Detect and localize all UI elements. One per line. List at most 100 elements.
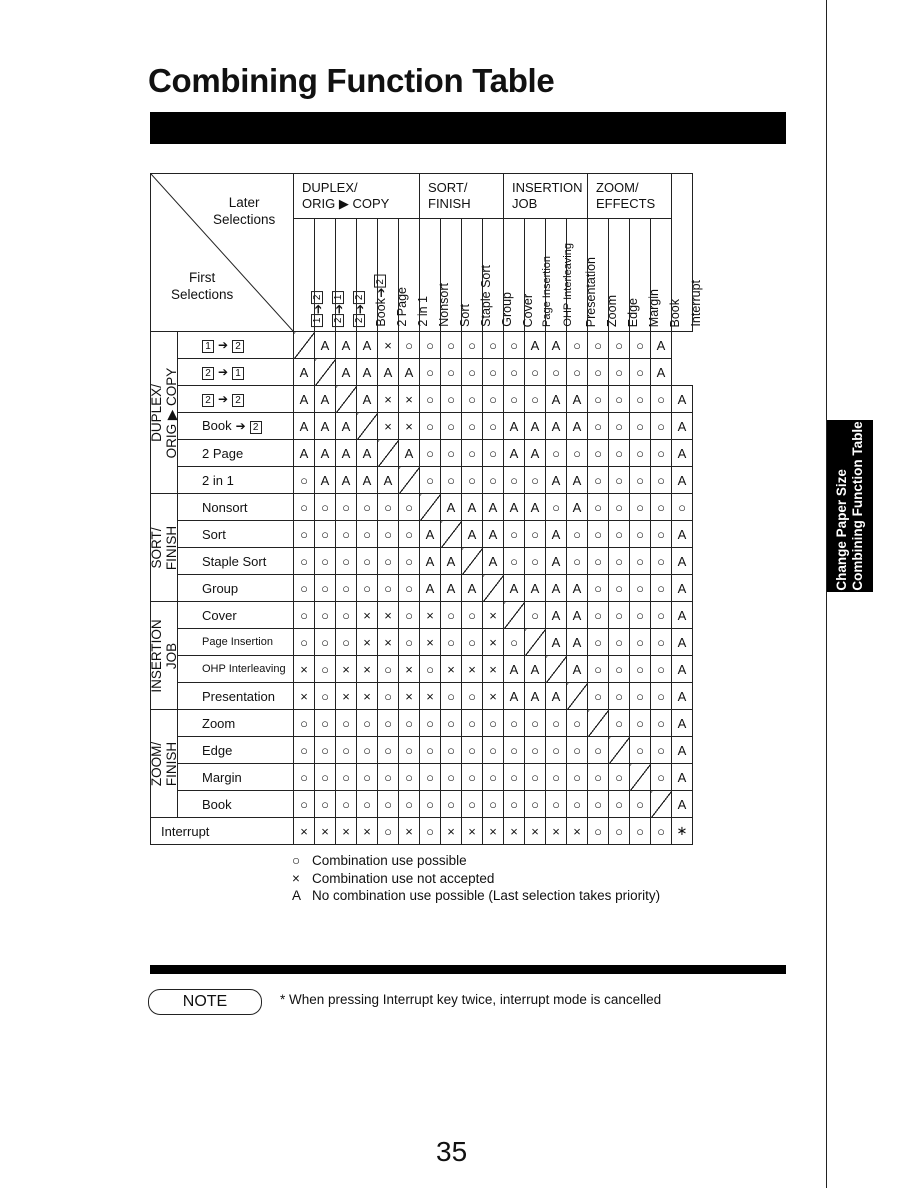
table-cell: A	[650, 331, 672, 359]
column-header: Book	[650, 218, 682, 332]
table-cell: ×	[419, 601, 441, 629]
table-cell: ○	[608, 412, 630, 440]
table-cell: ×	[482, 682, 504, 710]
table-cell: ○	[335, 520, 357, 548]
table-cell: ○	[650, 763, 672, 791]
table-cell: ○	[503, 628, 525, 656]
column-header: Presentation	[566, 218, 598, 332]
page-box-2-icon: 2	[202, 394, 214, 407]
table-cell: A	[377, 358, 399, 386]
table-cell: A	[671, 520, 693, 548]
table-cell: A	[335, 466, 357, 494]
table-cell: ○	[377, 520, 399, 548]
header-row-groups: Later Selections First Selections DUPLEX/ORI…	[150, 173, 703, 332]
table-cell: ○	[545, 736, 567, 764]
legend-symbol: A	[292, 888, 302, 903]
table-cell: ○	[587, 520, 609, 548]
table-cell: ○	[335, 493, 357, 521]
section-label-text: DUPLEX/ORIG ▶ COPY	[149, 367, 179, 458]
table-cell: ○	[503, 736, 525, 764]
column-header: 2 Page	[377, 218, 409, 332]
table-cell: A	[419, 520, 441, 548]
table-cell: ○	[377, 574, 399, 602]
column-header: 2➔2	[335, 218, 367, 332]
table-cell: ○	[587, 439, 609, 467]
table-cell: ○	[629, 385, 651, 413]
table-cell: A	[356, 439, 378, 467]
side-tab[interactable]: Change Paper Size Combining Function Tab…	[827, 420, 873, 592]
table-cell: ○	[524, 601, 546, 629]
table-cell: ○	[608, 817, 630, 845]
table-cell: ×	[482, 628, 504, 656]
table-cell: ○	[650, 493, 672, 521]
table-cell: ×	[377, 331, 399, 359]
table-cell: ×	[377, 385, 399, 413]
table-cell: ○	[293, 709, 315, 737]
column-group-header: DUPLEX/ORIG ▶ COPY	[293, 173, 420, 219]
table-cell: ○	[545, 358, 567, 386]
page-box-1-icon: 1	[232, 367, 245, 380]
legend-item: × Combination use not accepted	[292, 870, 660, 888]
table-cell: A	[545, 331, 567, 359]
table-cell: ○	[293, 736, 315, 764]
combining-function-table: Later Selections First Selections DUPLEX/ORI…	[149, 173, 703, 845]
table-cell: ×	[566, 817, 588, 845]
table-cell: ○	[629, 601, 651, 629]
table-cell: ○	[545, 709, 567, 737]
table-cell: ○	[503, 520, 525, 548]
table-cell: ○	[398, 547, 420, 575]
later-line1: Later	[228, 195, 260, 210]
table-cell: ○	[650, 655, 672, 683]
table-cell: ○	[461, 331, 483, 359]
diagonal-cell	[650, 790, 672, 818]
table-cell: ○	[314, 790, 336, 818]
table-cell: ○	[629, 520, 651, 548]
table-cell: A	[335, 331, 357, 359]
diagonal-cell	[461, 547, 483, 575]
table-cell: ×	[356, 655, 378, 683]
table-cell: ○	[608, 628, 630, 656]
table-cell: A	[503, 439, 525, 467]
table-cell: ○	[293, 790, 315, 818]
column-header: Margin	[629, 218, 661, 332]
table-cell: A	[671, 439, 693, 467]
table-cell: ○	[608, 682, 630, 710]
column-header: Page Insertion	[524, 218, 553, 332]
table-cell: ○	[335, 736, 357, 764]
table-cell: ○	[377, 817, 399, 845]
table-cell: ○	[524, 358, 546, 386]
row-label: Nonsort	[177, 493, 294, 521]
diagonal-cell	[440, 520, 462, 548]
table-cell: ○	[461, 790, 483, 818]
page-box-2-icon: 2	[232, 340, 245, 353]
table-cell: ○	[608, 655, 630, 683]
table-cell: ×	[461, 655, 483, 683]
table-cell: A	[671, 466, 693, 494]
table-cell: ○	[419, 466, 441, 494]
table-cell: ×	[545, 817, 567, 845]
table-cell: A	[545, 520, 567, 548]
table-cell: ○	[629, 628, 651, 656]
table-row: 2 Page A A A A A ○ ○ ○ ○ A A ○ ○ ○ ○ ○ ○ A	[151, 439, 693, 467]
table-cell: ×	[440, 817, 462, 845]
table-cell: ○	[503, 790, 525, 818]
table-cell: A	[545, 628, 567, 656]
legend-symbol: ×	[292, 870, 300, 886]
table-cell: ○	[629, 466, 651, 494]
table-cell: ○	[398, 574, 420, 602]
table-cell: A	[314, 331, 336, 359]
table-cell: ○	[629, 709, 651, 737]
table-cell: A	[566, 628, 588, 656]
table-cell: ×	[482, 817, 504, 845]
arrow-right-icon: ➔	[235, 419, 246, 433]
table-cell: A	[503, 682, 525, 710]
table-row: Book ➔ 2 A A A × × ○ ○ ○ ○ A A A A ○ ○ ○ ○ A	[151, 412, 693, 440]
table-row: Sort ○ ○ ○ ○ ○ ○ A A A ○ ○ A ○ ○ ○ ○ ○ A	[151, 520, 693, 548]
table-cell: ○	[398, 709, 420, 737]
table-cell: ○	[398, 601, 420, 629]
diagonal-cell	[587, 709, 609, 737]
table-cell: A	[440, 574, 462, 602]
table-cell: ○	[293, 493, 315, 521]
table-cell: ○	[608, 601, 630, 629]
table-cell: ○	[440, 466, 462, 494]
